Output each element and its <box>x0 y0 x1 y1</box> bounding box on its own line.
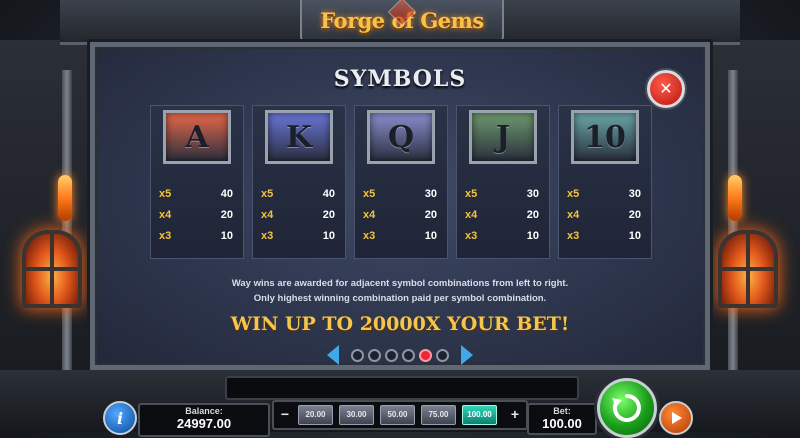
game-logo: Forge of Gems <box>300 0 504 46</box>
payout-multiplier: x4 <box>159 209 172 221</box>
page-dots <box>349 346 451 363</box>
payout-row: x4 20 <box>261 209 335 225</box>
payout-value: 20 <box>526 209 539 221</box>
info-icon: i <box>116 408 124 428</box>
payout-row: x3 10 <box>363 230 437 246</box>
payout-multiplier: x3 <box>465 230 478 242</box>
rules-line-2: Only highest winning combination paid pe… <box>253 293 547 304</box>
payout-value: 10 <box>424 230 437 242</box>
payout-value: 10 <box>526 230 539 242</box>
payout-value: 20 <box>322 209 335 221</box>
page-navigator <box>95 345 705 365</box>
symbol-card: Qx5 30 x4 20 x3 10 <box>354 105 448 259</box>
payout-value: 40 <box>220 188 233 200</box>
prev-page-arrow-icon[interactable] <box>326 345 339 365</box>
payout-row: x3 10 <box>465 230 539 246</box>
payout-multiplier: x3 <box>363 230 376 242</box>
payout-row: x3 10 <box>261 230 335 246</box>
payout-multiplier: x4 <box>465 209 478 221</box>
symbol-card: 10 x5 30 x4 20 x3 10 <box>558 105 652 259</box>
page-dot[interactable] <box>385 348 398 362</box>
payout-multiplier: x3 <box>261 230 274 242</box>
payout-row: x5 40 <box>159 188 233 204</box>
page-dot[interactable] <box>368 348 381 362</box>
payout-row: x5 30 <box>363 188 437 204</box>
symbol-card: Kx5 40 x4 20 x3 10 <box>252 105 346 259</box>
symbol-card: Ax5 40 x4 20 x3 10 <box>150 105 244 259</box>
payout-value: 20 <box>220 209 233 221</box>
autoplay-button[interactable] <box>659 401 693 435</box>
symbol-card: Jx5 30 x4 20 x3 10 <box>456 105 550 259</box>
payout-row: x4 20 <box>363 209 437 225</box>
payout-row: x5 40 <box>261 188 335 204</box>
spin-button[interactable] <box>597 378 657 438</box>
payout-value: 30 <box>526 188 539 200</box>
payout-multiplier: x5 <box>567 188 580 200</box>
bet-decrease-button[interactable]: − <box>278 405 292 423</box>
payout-row: x4 20 <box>159 209 233 225</box>
payout-multiplier: x3 <box>159 230 172 242</box>
left-lamp <box>58 175 72 221</box>
symbol-tile: A <box>163 110 231 164</box>
payout-value: 20 <box>424 209 437 221</box>
payout-value: 10 <box>220 230 233 242</box>
symbol-tile: 10 <box>571 110 639 164</box>
payout-multiplier: x5 <box>159 188 172 200</box>
symbol-tile: Q <box>367 110 435 164</box>
paytable-panel: SYMBOLS ✕ Ax5 40 x4 20 x3 10 Kx5 40 x4 20 x3 10 Qx5 3… <box>90 42 710 370</box>
rules-line-1: Way wins are awarded for adjacent symbol… <box>231 278 569 289</box>
bet-label: Bet: <box>553 406 571 416</box>
payout-value: 10 <box>628 230 641 242</box>
payout-row: x5 30 <box>567 188 641 204</box>
close-button[interactable]: ✕ <box>647 70 685 108</box>
rules-description: Way wins are awarded for adjacent symbol… <box>95 276 705 306</box>
bet-option[interactable]: 30.00 <box>339 405 374 425</box>
bet-value: 100.00 <box>542 416 582 431</box>
panel-title: SYMBOLS <box>333 66 467 92</box>
next-page-arrow-icon[interactable] <box>461 345 474 365</box>
right-furnace-window <box>718 230 778 308</box>
payout-value: 10 <box>322 230 335 242</box>
payout-value: 40 <box>322 188 335 200</box>
payout-multiplier: x5 <box>465 188 478 200</box>
bet-option[interactable]: 75.00 <box>421 405 456 425</box>
payout-multiplier: x4 <box>261 209 274 221</box>
close-icon: ✕ <box>659 81 673 98</box>
spin-arrows-icon <box>612 394 641 422</box>
bet-selector: − + 20.00 30.00 50.00 75.00 100.00 <box>272 400 528 430</box>
bet-option[interactable]: 20.00 <box>298 405 333 425</box>
payout-row: x4 20 <box>567 209 641 225</box>
left-furnace-window <box>22 230 82 308</box>
info-button[interactable]: i <box>103 401 137 435</box>
payout-multiplier: x5 <box>363 188 376 200</box>
page-dot[interactable] <box>436 348 449 362</box>
page-dot[interactable] <box>351 348 364 362</box>
payout-multiplier: x5 <box>261 188 274 200</box>
right-lamp <box>728 175 742 221</box>
payout-multiplier: x4 <box>567 209 580 221</box>
payout-row: x3 10 <box>159 230 233 246</box>
payout-row: x5 30 <box>465 188 539 204</box>
balance-value: 24997.00 <box>176 416 232 431</box>
balance-label: Balance: <box>185 406 223 416</box>
message-bar <box>225 376 579 400</box>
page-dot[interactable] <box>419 348 432 362</box>
payout-value: 30 <box>424 188 437 200</box>
payout-value: 20 <box>628 209 641 221</box>
payout-value: 30 <box>628 188 641 200</box>
bet-option[interactable]: 100.00 <box>462 405 497 425</box>
payout-multiplier: x3 <box>567 230 580 242</box>
bet-display: Bet: 100.00 <box>527 403 597 435</box>
symbol-tile: J <box>469 110 537 164</box>
page-dot[interactable] <box>402 348 415 362</box>
max-win-banner: WIN UP TO 20000X YOUR BET! <box>230 313 570 335</box>
bet-option[interactable]: 50.00 <box>380 405 415 425</box>
payout-multiplier: x4 <box>363 209 376 221</box>
payout-row: x4 20 <box>465 209 539 225</box>
payout-row: x3 10 <box>567 230 641 246</box>
symbol-tile: K <box>265 110 333 164</box>
play-icon <box>672 412 682 424</box>
bet-increase-button[interactable]: + <box>508 405 522 423</box>
